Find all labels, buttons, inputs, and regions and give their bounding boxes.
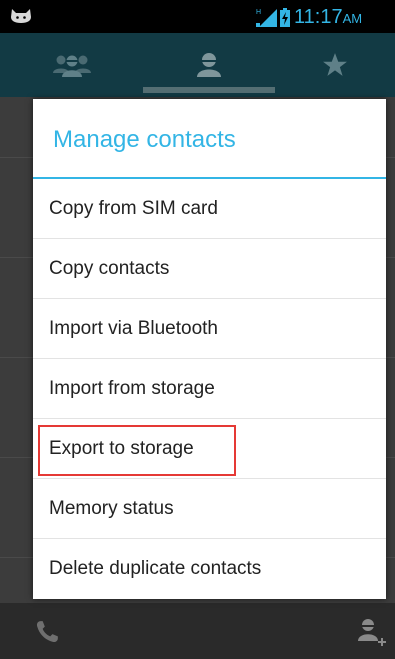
menu-item-label: Copy contacts	[49, 258, 170, 279]
menu-item-copy-from-sim[interactable]: Copy from SIM card	[33, 179, 386, 239]
svg-text:H: H	[256, 9, 261, 16]
dialog-title: Manage contacts	[53, 126, 236, 153]
manage-contacts-dialog: Manage contacts Copy from SIM card Copy …	[33, 99, 386, 599]
group-icon	[52, 55, 91, 77]
menu-item-delete-duplicates[interactable]: Delete duplicate contacts	[33, 539, 386, 599]
status-ampm: AM	[342, 11, 363, 26]
tab-favorites[interactable]	[275, 33, 395, 97]
menu-item-copy-contacts[interactable]: Copy contacts	[33, 239, 386, 299]
menu-item-import-storage[interactable]: Import from storage	[33, 359, 386, 419]
person-icon	[197, 53, 221, 77]
signal-icon: H	[256, 9, 277, 27]
manage-contacts-menu: Copy from SIM card Copy contacts Import …	[33, 179, 386, 599]
bottom-bar	[0, 603, 395, 659]
menu-item-label: Import from storage	[49, 378, 215, 399]
tab-groups[interactable]	[0, 33, 143, 97]
menu-item-export-storage[interactable]: Export to storage	[33, 419, 386, 479]
status-time: 11:17	[294, 6, 343, 28]
battery-charging-icon	[280, 8, 290, 27]
menu-item-import-bluetooth[interactable]: Import via Bluetooth	[33, 299, 386, 359]
phone-icon[interactable]	[34, 619, 60, 645]
menu-item-memory-status[interactable]: Memory status	[33, 479, 386, 539]
tab-bar	[0, 33, 395, 97]
android-cat-icon	[11, 9, 31, 23]
menu-item-label: Import via Bluetooth	[49, 318, 218, 339]
status-bar: H 11:17AM	[0, 0, 395, 33]
status-clock: 11:17AM	[294, 7, 362, 29]
menu-item-label: Export to storage	[49, 438, 194, 459]
menu-item-label: Copy from SIM card	[49, 198, 218, 219]
add-contact-icon[interactable]	[356, 617, 386, 649]
menu-item-label: Delete duplicate contacts	[49, 558, 262, 579]
menu-item-label: Memory status	[49, 498, 174, 519]
star-icon	[323, 53, 347, 76]
selected-tab-indicator	[143, 87, 275, 93]
